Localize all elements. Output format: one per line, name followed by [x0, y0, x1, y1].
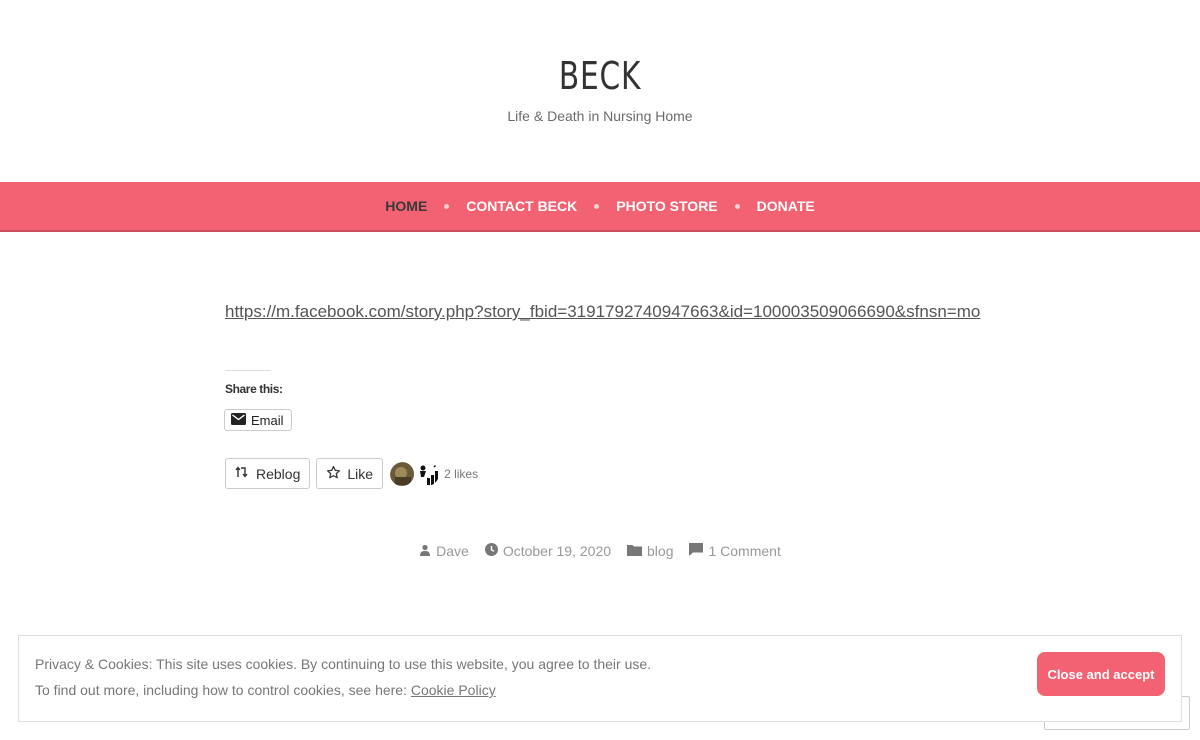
meta-comments-label: 1 Comment — [708, 543, 781, 559]
comment-icon — [689, 543, 704, 559]
share-divider — [225, 370, 271, 371]
envelope-icon — [231, 412, 246, 428]
meta-author-label: Dave — [436, 543, 469, 559]
reblog-label: Reblog — [256, 465, 301, 482]
nav-separator — [734, 203, 740, 209]
person-icon — [419, 543, 431, 559]
meta-category-label: blog — [647, 543, 674, 559]
site-title[interactable]: BECK — [132, 54, 1068, 98]
nav-item-contact-beck[interactable]: CONTACT BECK — [466, 198, 577, 214]
meta-comments[interactable]: 1 Comment — [689, 543, 781, 559]
meta-date[interactable]: October 19, 2020 — [484, 543, 612, 559]
site-header: BECK Life & Death in Nursing Home — [0, 0, 1200, 182]
folder-icon — [627, 543, 643, 559]
faded-background-text — [225, 733, 745, 740]
cookie-notice-text: Privacy & Cookies: This site uses cookie… — [35, 656, 652, 672]
reblog-button[interactable]: Reblog — [225, 458, 311, 489]
meta-date-label: October 19, 2020 — [502, 543, 612, 559]
nav-separator — [594, 203, 600, 209]
email-share-button[interactable]: Email — [224, 409, 292, 431]
cookie-more-info-text: To find out more, including how to contr… — [35, 682, 411, 698]
star-icon — [326, 465, 341, 483]
nav-separator — [444, 203, 450, 209]
nav-item-home[interactable]: HOME — [385, 198, 427, 214]
liker-avatar[interactable] — [389, 460, 416, 487]
email-share-label: Email — [251, 412, 284, 428]
cookie-more-info: To find out more, including how to contr… — [35, 682, 496, 698]
liker-avatar[interactable] — [414, 460, 441, 487]
like-widget: Reblog Like 2 likes — [225, 458, 478, 489]
cookie-banner: Privacy & Cookies: This site uses cookie… — [18, 635, 1182, 722]
close-and-accept-button[interactable]: Close and accept — [1037, 652, 1165, 696]
nav-item-photo-store[interactable]: PHOTO STORE — [616, 198, 717, 214]
post-meta: Dave October 19, 2020 blog 1 Comment — [0, 543, 1200, 559]
share-title: Share this: — [225, 382, 283, 396]
main-nav: HOME CONTACT BECK PHOTO STORE DONATE — [0, 182, 1200, 232]
clock-icon — [484, 543, 498, 559]
likes-count: 2 likes — [444, 466, 479, 481]
cookie-policy-link[interactable]: Cookie Policy — [411, 682, 496, 698]
post-link[interactable]: https://m.facebook.com/story.php?story_f… — [225, 302, 980, 322]
meta-category[interactable]: blog — [627, 543, 673, 559]
like-label: Like — [347, 465, 374, 482]
like-button[interactable]: Like — [316, 458, 384, 489]
site-tagline: Life & Death in Nursing Home — [507, 108, 693, 124]
meta-author[interactable]: Dave — [419, 543, 469, 559]
nav-item-donate[interactable]: DONATE — [757, 198, 815, 214]
reblog-icon — [235, 465, 250, 482]
